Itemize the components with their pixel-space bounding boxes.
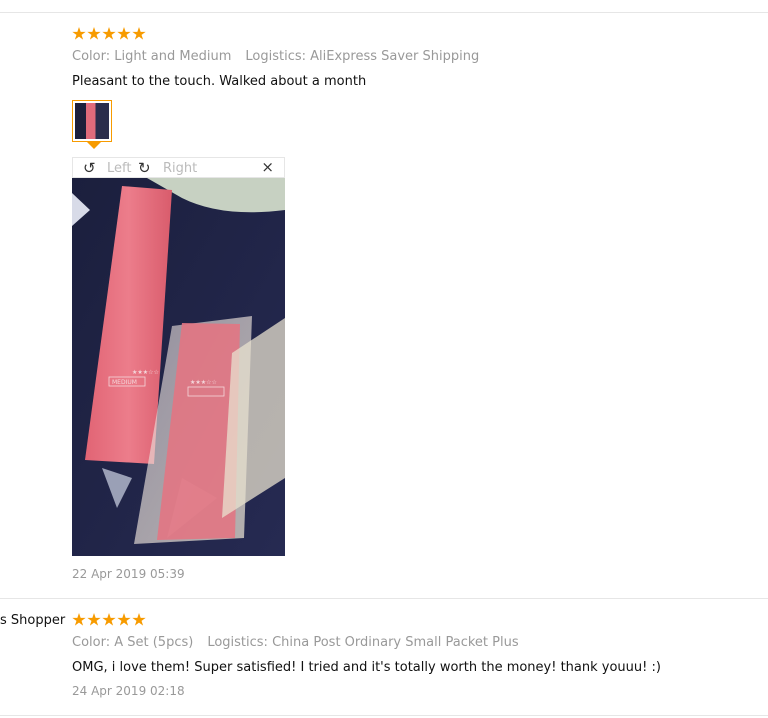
rotate-right-button[interactable]: Right: [163, 160, 197, 177]
review-date: 24 Apr 2019 02:18: [72, 684, 185, 698]
thumbnail-selected-arrow-icon: [87, 142, 101, 149]
svg-text:★★★☆☆: ★★★☆☆: [132, 369, 159, 376]
star-icon: [117, 613, 131, 626]
svg-text:★★★☆☆: ★★★☆☆: [190, 379, 217, 386]
reviews-page: Color: Light and Medium Logistics: AliExp…: [0, 0, 768, 718]
color-label: Color: Light and Medium: [72, 49, 232, 64]
star-icon: [72, 27, 86, 40]
review-photo-large: ★★★☆☆ MEDIUM ★★★☆☆: [72, 178, 285, 556]
close-icon[interactable]: ×: [261, 158, 274, 177]
star-rating: [72, 27, 146, 41]
color-label: Color: A Set (5pcs): [72, 635, 194, 650]
photo-viewer-toolbar: ↺ Left ↻ Right ×: [72, 157, 285, 178]
review-meta: Color: Light and Medium Logistics: AliExp…: [72, 49, 479, 64]
star-icon: [87, 27, 101, 40]
star-icon: [132, 613, 146, 626]
star-icon: [102, 27, 116, 40]
review-divider: [0, 715, 768, 716]
rotate-left-icon[interactable]: ↺: [83, 159, 96, 177]
logistics-label: Logistics: AliExpress Saver Shipping: [245, 49, 480, 64]
star-icon: [117, 27, 131, 40]
rotate-right-icon[interactable]: ↻: [138, 159, 151, 177]
review-photo-thumbnail[interactable]: [72, 100, 112, 142]
star-icon: [87, 613, 101, 626]
star-icon: [72, 613, 86, 626]
review-divider: [0, 12, 768, 13]
star-icon: [102, 613, 116, 626]
review-meta: Color: A Set (5pcs) Logistics: China Post…: [72, 635, 519, 650]
thumbnail-image: [75, 103, 109, 139]
logistics-label: Logistics: China Post Ordinary Small Pac…: [207, 635, 519, 650]
star-icon: [132, 27, 146, 40]
rotate-left-button[interactable]: Left: [107, 160, 131, 177]
review-text: OMG, i love them! Super satisfied! I tri…: [72, 660, 661, 675]
star-rating: [72, 613, 146, 627]
review-date: 22 Apr 2019 05:39: [72, 567, 185, 581]
review-divider: [0, 598, 768, 599]
review-photo-image: ★★★☆☆ MEDIUM ★★★☆☆: [72, 178, 285, 556]
review-text: Pleasant to the touch. Walked about a mo…: [72, 74, 367, 89]
svg-text:MEDIUM: MEDIUM: [112, 379, 137, 386]
reviewer-name: s Shopper: [0, 613, 66, 628]
